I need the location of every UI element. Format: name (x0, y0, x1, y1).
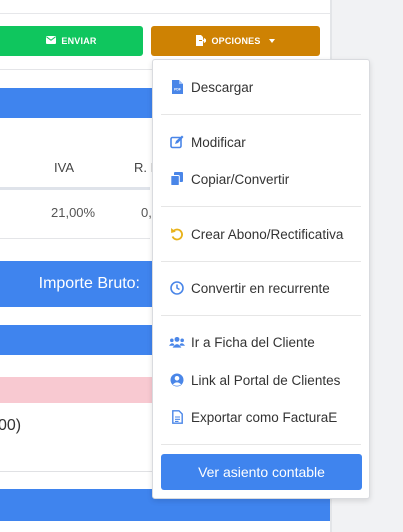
menu-item-convertir-recurrente[interactable]: Convertir en recurrente (153, 274, 369, 302)
menu-item-exportar-facturae[interactable]: Exportar como FacturaE (153, 403, 369, 431)
opciones-label: OPCIONES (211, 36, 261, 46)
table-cell-r: 0, (141, 205, 152, 220)
menu-item-label: Descargar (191, 79, 254, 95)
file-text-icon (169, 409, 185, 425)
top-strip (0, 0, 330, 14)
menu-divider (161, 114, 361, 115)
menu-item-modificar[interactable]: Modificar (153, 128, 369, 156)
menu-item-crear-abono[interactable]: Crear Abono/Rectificativa (153, 220, 369, 248)
alert-bar (0, 377, 155, 403)
edit-icon (169, 134, 185, 150)
importe-bruto-bar: Importe Bruto: (0, 261, 155, 307)
menu-item-label: Crear Abono/Rectificativa (191, 226, 344, 242)
pdf-file-icon: PDF (169, 79, 185, 95)
menu-divider (161, 261, 361, 262)
menu-item-descargar[interactable]: PDF Descargar (153, 73, 369, 101)
menu-item-label: Link al Portal de Clientes (191, 372, 341, 388)
menu-item-ficha-cliente[interactable]: Ir a Ficha del Cliente (153, 328, 369, 356)
copy-icon (169, 171, 185, 187)
menu-item-label: Exportar como FacturaE (191, 409, 338, 425)
importe-bruto-label: Importe Bruto: (38, 275, 140, 292)
table-header-border (0, 187, 150, 190)
table-row-border (0, 238, 150, 239)
ver-asiento-contable-button[interactable]: Ver asiento contable (161, 454, 362, 490)
caret-down-icon (268, 39, 275, 43)
menu-divider (161, 444, 361, 445)
column-header-iva: IVA (54, 160, 74, 175)
svg-text:PDF: PDF (174, 88, 181, 92)
menu-divider (161, 206, 361, 207)
table-cell-iva: 21,00% (51, 205, 96, 220)
opciones-dropdown-menu: PDF Descargar Modificar Copiar/Convertir… (152, 59, 370, 499)
envelope-icon (46, 36, 57, 46)
user-circle-icon (169, 372, 185, 388)
divider (0, 471, 155, 472)
undo-icon (169, 226, 185, 242)
menu-item-link-portal[interactable]: Link al Portal de Clientes (153, 366, 369, 394)
users-icon (169, 334, 185, 350)
menu-item-label: Modificar (191, 134, 246, 150)
partial-value: 00) (0, 417, 22, 434)
enviar-label: ENVIAR (61, 36, 97, 46)
clock-icon (169, 280, 185, 296)
enviar-button[interactable]: ENVIAR (0, 26, 143, 56)
menu-item-label: Copiar/Convertir (191, 171, 290, 187)
file-export-icon (196, 34, 208, 48)
section-bar (0, 325, 155, 355)
menu-divider (161, 315, 361, 316)
menu-item-label: Ir a Ficha del Cliente (191, 334, 315, 350)
menu-item-copiar-convertir[interactable]: Copiar/Convertir (153, 165, 369, 193)
menu-item-label: Convertir en recurrente (191, 280, 330, 296)
opciones-button[interactable]: OPCIONES (151, 26, 320, 56)
